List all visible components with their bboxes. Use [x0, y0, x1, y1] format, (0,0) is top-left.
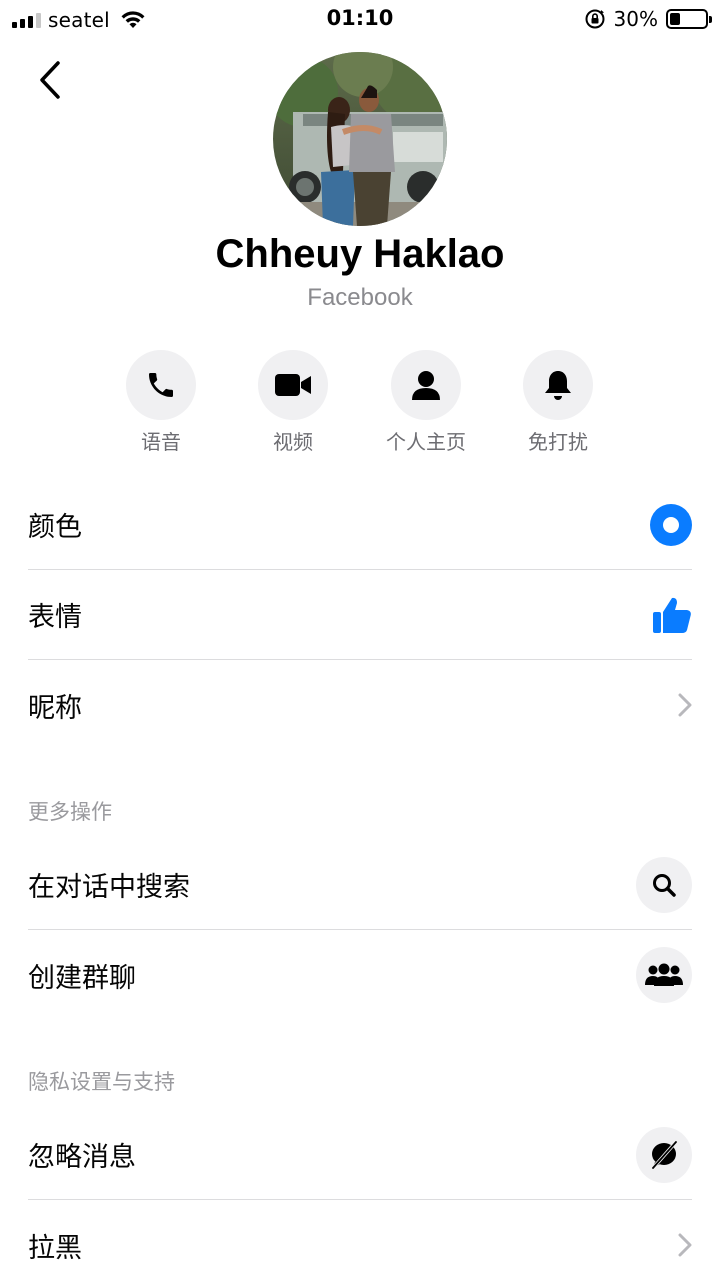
ignore-chat-icon — [652, 1140, 677, 1169]
chevron-right-icon — [678, 693, 692, 717]
theme-color-icon — [650, 503, 692, 546]
bell-icon — [545, 371, 571, 400]
chevron-right-icon — [678, 1233, 692, 1257]
color-label: 颜色 — [28, 512, 82, 543]
phone-icon — [149, 373, 173, 397]
person-icon — [412, 371, 440, 400]
back-button[interactable] — [30, 58, 70, 102]
video-call-label: 视频 — [273, 430, 313, 454]
profile-subtitle: Facebook — [307, 284, 413, 311]
block-row[interactable]: 拉黑 — [28, 1200, 692, 1280]
privacy-header: 隐私设置与支持 — [28, 1070, 175, 1094]
status-bar: seatel 01:10 30% — [0, 0, 720, 38]
battery-percent: 30% — [613, 7, 658, 31]
voice-call-label: 语音 — [141, 430, 181, 454]
create-group-row[interactable]: 创建群聊 — [28, 930, 692, 1020]
more-actions-header: 更多操作 — [28, 800, 112, 824]
profile-name: Chheuy Haklao — [215, 232, 505, 276]
thumbs-up-icon — [653, 597, 691, 633]
mute-label: 免打扰 — [528, 430, 588, 454]
profile-label: 个人主页 — [386, 430, 466, 454]
ignore-messages-label: 忽略消息 — [28, 1142, 136, 1173]
profile-avatar[interactable] — [273, 52, 447, 226]
search-icon — [653, 873, 676, 897]
group-icon — [645, 963, 683, 986]
nickname-label: 昵称 — [28, 692, 82, 724]
action-bar: 语音 视频 个人主页 免打扰 — [0, 350, 720, 460]
battery-level-fill — [670, 13, 681, 25]
orientation-lock-icon — [585, 9, 605, 29]
mute-button[interactable]: 免打扰 — [498, 350, 618, 455]
battery-icon — [666, 9, 712, 29]
profile-button[interactable]: 个人主页 — [366, 350, 486, 455]
video-icon — [275, 374, 311, 396]
emoji-row[interactable]: 表情 — [28, 570, 692, 660]
emoji-label: 表情 — [28, 602, 82, 633]
search-conversation-label: 在对话中搜索 — [28, 872, 190, 903]
chevron-left-icon — [40, 61, 60, 99]
ignore-messages-row[interactable]: 忽略消息 — [28, 1110, 692, 1200]
video-call-button[interactable]: 视频 — [233, 350, 353, 455]
nickname-row[interactable]: 昵称 — [28, 660, 692, 750]
color-row[interactable]: 颜色 — [28, 480, 692, 570]
voice-call-button[interactable]: 语音 — [101, 350, 221, 455]
search-conversation-row[interactable]: 在对话中搜索 — [28, 840, 692, 930]
create-group-label: 创建群聊 — [28, 962, 136, 994]
block-label: 拉黑 — [28, 1232, 82, 1264]
